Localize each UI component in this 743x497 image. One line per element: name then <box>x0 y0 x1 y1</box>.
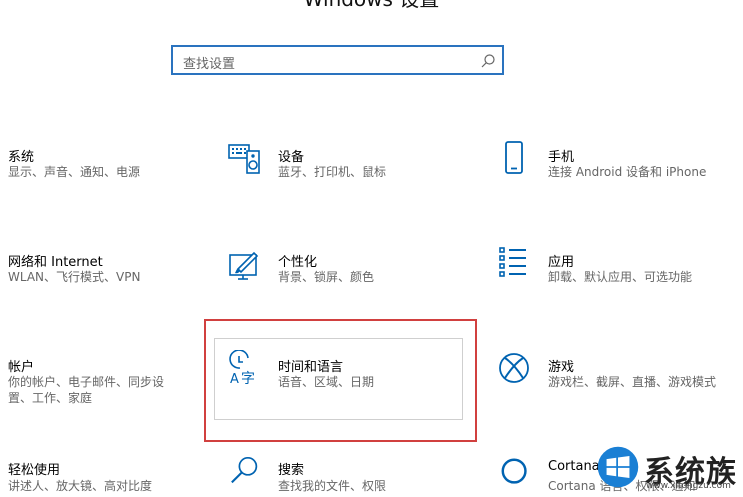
xbox-icon <box>499 353 529 383</box>
search-icon <box>231 456 258 484</box>
tile-name: 轻松使用 <box>8 463 61 478</box>
tile-phone[interactable]: 手机 连接 Android 设备和 iPhone <box>498 140 738 200</box>
tile-name: 手机 <box>548 150 575 165</box>
tile-gaming[interactable]: 游戏 游戏栏、截屏、直播、游戏模式 <box>498 350 738 410</box>
tile-name: 搜索 <box>278 463 305 478</box>
tile-name: 设备 <box>278 150 305 165</box>
tile-name: 应用 <box>548 255 575 270</box>
tile-desc: 背景、锁屏、颜色 <box>278 270 375 284</box>
svg-text:字: 字 <box>241 371 255 386</box>
search-placeholder: 查找设置 <box>183 57 236 72</box>
tile-search[interactable]: 搜索 查找我的文件、权限 <box>228 455 458 497</box>
window-title: Windows 设置 <box>0 0 743 12</box>
apps-list-icon <box>499 247 526 277</box>
watermark-url: www.xitongzu.com <box>646 481 731 491</box>
tile-desc: WLAN、飞行模式、VPN <box>8 270 141 284</box>
tile-time-language[interactable]: A 字 时间和语言 语音、区域、日期 <box>228 350 458 410</box>
keyboard-speaker-icon <box>228 144 260 174</box>
tile-desc: 显示、声音、通知、电源 <box>8 165 141 179</box>
time-language-icon: A 字 <box>229 350 255 386</box>
watermark: 系统族 www.xitongzu.com <box>594 441 743 497</box>
svg-text:A: A <box>230 372 239 386</box>
tile-apps[interactable]: 应用 卸载、默认应用、可选功能 <box>498 245 738 305</box>
tile-accounts[interactable]: 帐户 你的帐户、电子邮件、同步设 置、工作、家庭 <box>8 350 198 410</box>
tile-desc: 查找我的文件、权限 <box>278 479 387 493</box>
tile-desc: 置、工作、家庭 <box>8 391 93 405</box>
tile-desc: 卸载、默认应用、可选功能 <box>548 270 693 284</box>
search-input[interactable]: 查找设置 <box>171 45 504 75</box>
phone-icon <box>505 141 523 174</box>
tile-name: 帐户 <box>8 360 35 375</box>
tile-desc: 语音、区域、日期 <box>278 375 375 389</box>
tile-name: 游戏 <box>548 360 575 375</box>
tile-desc: 你的帐户、电子邮件、同步设 <box>8 375 165 389</box>
tile-desc: 游戏栏、截屏、直播、游戏模式 <box>548 375 717 389</box>
tile-name: Cortana <box>548 459 600 474</box>
tile-network[interactable]: 网络和 Internet WLAN、飞行模式、VPN <box>8 245 188 305</box>
tile-desc: 讲述人、放大镜、高对比度 <box>8 479 153 493</box>
tile-name: 系统 <box>8 150 35 165</box>
tile-personalization[interactable]: 个性化 背景、锁屏、颜色 <box>228 245 458 305</box>
tile-name: 网络和 Internet <box>8 255 103 270</box>
paint-icon <box>229 251 259 280</box>
tile-desc: 蓝牙、打印机、鼠标 <box>278 165 387 179</box>
tile-desc: 连接 Android 设备和 iPhone <box>548 165 707 179</box>
cortana-icon <box>501 458 527 484</box>
tile-name: 个性化 <box>278 255 318 270</box>
windows-logo-icon <box>597 446 639 488</box>
tile-ease-of-access[interactable]: 轻松使用 讲述人、放大镜、高对比度 <box>8 455 198 497</box>
tile-system[interactable]: 系统 显示、声音、通知、电源 <box>8 140 188 200</box>
tile-name: 时间和语言 <box>278 360 344 375</box>
search-icon[interactable] <box>480 53 496 69</box>
tile-devices[interactable]: 设备 蓝牙、打印机、鼠标 <box>228 140 458 200</box>
